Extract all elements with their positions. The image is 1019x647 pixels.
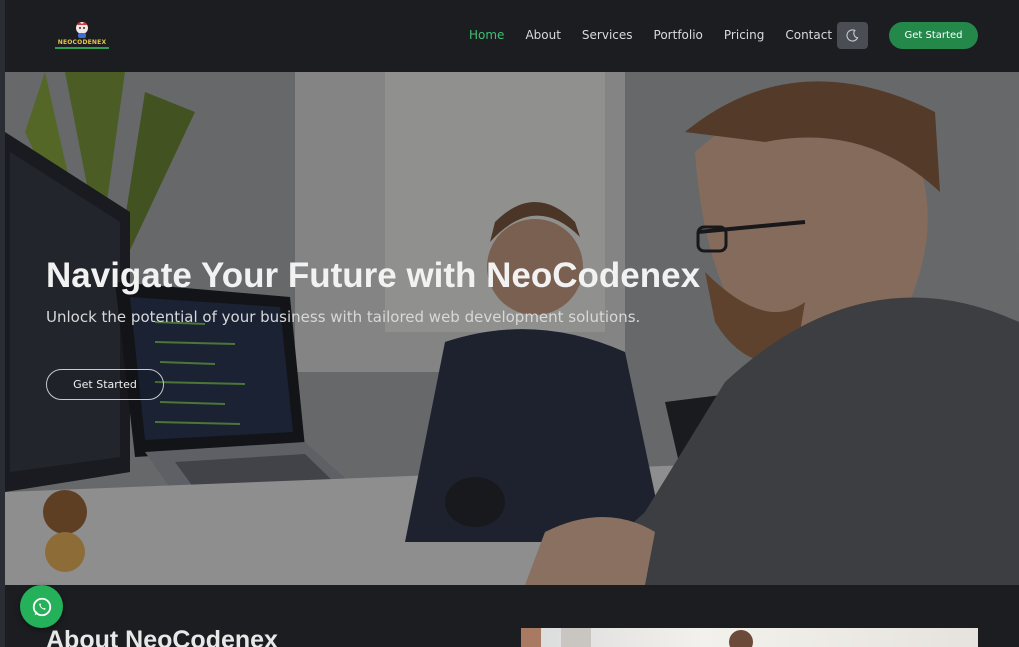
nav-services[interactable]: Services xyxy=(582,28,633,42)
nav-contact[interactable]: Contact xyxy=(785,28,832,42)
logo-mascot-icon xyxy=(76,22,88,38)
about-image xyxy=(521,628,978,647)
hero-overlay xyxy=(5,72,1019,585)
whatsapp-icon xyxy=(32,597,51,616)
hero-subtitle: Unlock the potential of your business wi… xyxy=(46,308,641,326)
logo-underline xyxy=(55,47,109,49)
nav-portfolio[interactable]: Portfolio xyxy=(654,28,703,42)
about-photo xyxy=(521,628,753,647)
about-section-title: About NeoCodenex xyxy=(46,626,278,647)
theme-toggle-button[interactable] xyxy=(837,22,868,49)
nav-home[interactable]: Home xyxy=(469,28,504,42)
nav-about[interactable]: About xyxy=(525,28,560,42)
whatsapp-button[interactable] xyxy=(20,585,63,628)
logo-text: NEOCODENEX xyxy=(57,39,107,46)
moon-icon xyxy=(846,29,859,42)
hero-get-started-button[interactable]: Get Started xyxy=(46,369,164,400)
logo[interactable]: NEOCODENEX xyxy=(53,18,111,54)
main-nav: Home About Services Portfolio Pricing Co… xyxy=(469,24,853,46)
hero-section: Navigate Your Future with NeoCodenex Unl… xyxy=(5,72,1019,585)
site-header: NEOCODENEX Home About Services Portfolio… xyxy=(5,0,1019,72)
hero-title: Navigate Your Future with NeoCodenex xyxy=(46,256,701,295)
nav-pricing[interactable]: Pricing xyxy=(724,28,764,42)
header-get-started-button[interactable]: Get Started xyxy=(889,22,978,49)
